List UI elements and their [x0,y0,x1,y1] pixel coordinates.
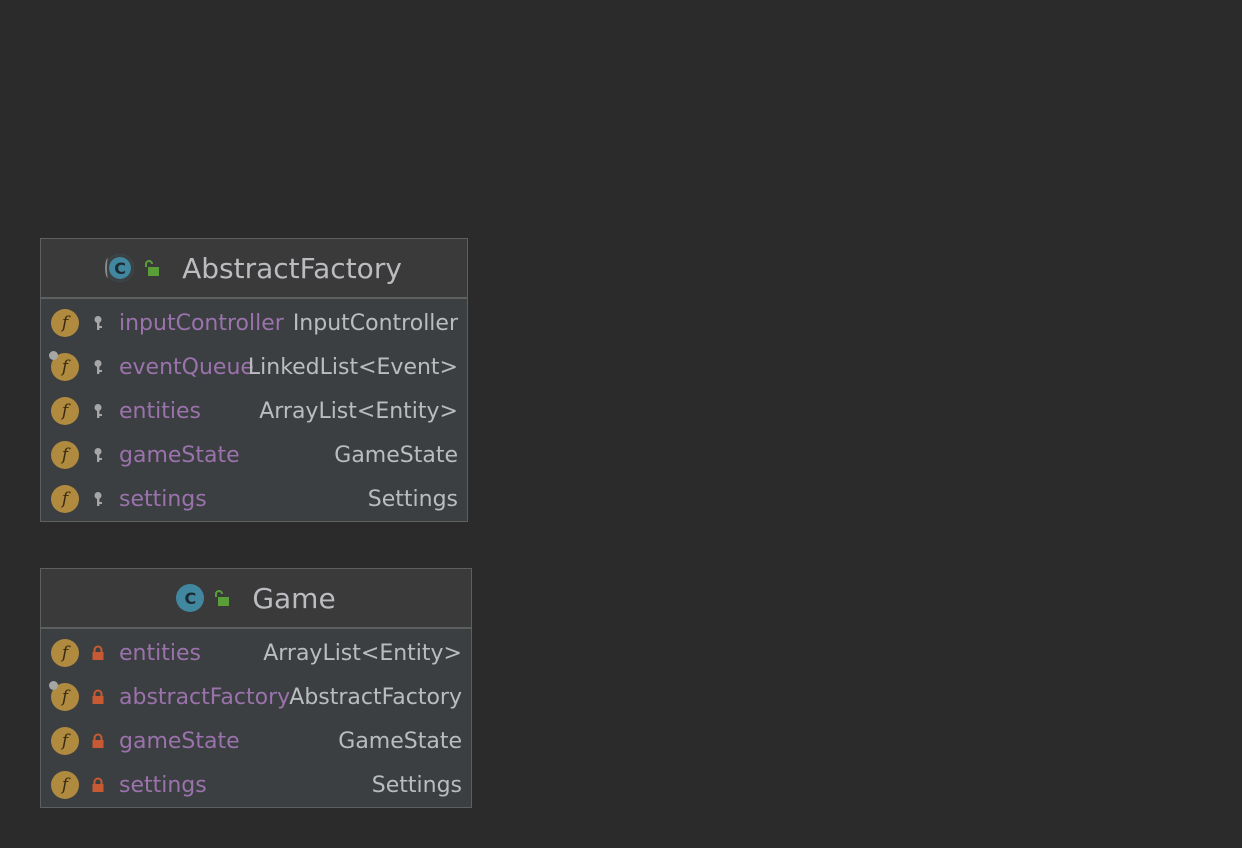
field-icon: f [51,771,79,799]
field-type: LinkedList<Event> [247,354,458,380]
field-icon: f [49,351,79,381]
field-name: eventQueue [119,354,254,380]
private-lock-icon [92,777,104,792]
class-box-abstractfactory[interactable]: C AbstractFactory f inputController Inpu… [40,238,468,522]
field-name: entities [119,398,201,424]
field-name: settings [119,486,207,512]
field-name: gameState [119,728,240,754]
field-type: GameState [338,728,462,754]
public-lock-icon [145,260,160,276]
field-icon: f [49,681,79,711]
field-list: f inputController InputController f even… [41,299,467,521]
field-row[interactable]: f settings Settings [41,763,471,807]
field-row[interactable]: f entities ArrayList<Entity> [41,389,467,433]
diagram-canvas: C AbstractFactory f inputController Inpu… [0,0,1242,848]
class-header[interactable]: C AbstractFactory [41,239,467,299]
field-type: Settings [367,486,458,512]
field-icon: f [51,441,79,469]
package-key-icon [94,492,102,506]
field-name: gameState [119,442,240,468]
field-row[interactable]: f entities ArrayList<Entity> [41,631,471,675]
class-box-game[interactable]: C Game f entities ArrayList<Entity> f ab… [40,568,472,808]
class-header[interactable]: C Game [41,569,471,629]
annotation-dot-icon [49,681,58,690]
field-list: f entities ArrayList<Entity> f abstractF… [41,629,471,807]
field-icon: f [51,309,79,337]
field-type: ArrayList<Entity> [263,640,462,666]
private-lock-icon [92,645,104,660]
field-icon: f [51,727,79,755]
field-row[interactable]: f eventQueue LinkedList<Event> [41,345,467,389]
field-row[interactable]: f inputController InputController [41,301,467,345]
class-icon-letter: C [114,258,126,278]
field-type: GameState [334,442,458,468]
field-name: inputController [119,310,284,336]
abstract-class-icon: C [105,254,135,282]
field-row[interactable]: f gameState GameState [41,719,471,763]
annotation-dot-icon [49,351,58,360]
field-row[interactable]: f abstractFactory AbstractFactory [41,675,471,719]
package-key-icon [94,448,102,462]
field-icon: f [51,639,79,667]
field-icon: f [51,485,79,513]
class-icon: C [176,584,205,612]
field-name: settings [119,772,207,798]
field-row[interactable]: f settings Settings [41,477,467,521]
class-name: Game [252,581,336,615]
field-name: abstractFactory [119,684,291,710]
field-name: entities [119,640,201,666]
field-type: InputController [292,310,458,336]
field-type: Settings [371,772,462,798]
field-icon: f [51,397,79,425]
package-key-icon [94,316,102,330]
public-lock-icon [215,590,230,606]
package-key-icon [94,360,102,374]
field-row[interactable]: f gameState GameState [41,433,467,477]
class-name: AbstractFactory [182,251,402,285]
class-icon-letter: C [184,588,197,608]
package-key-icon [94,404,102,418]
field-type: ArrayList<Entity> [259,398,458,424]
private-lock-icon [92,689,104,704]
private-lock-icon [92,733,104,748]
field-type: AbstractFactory [289,684,462,710]
